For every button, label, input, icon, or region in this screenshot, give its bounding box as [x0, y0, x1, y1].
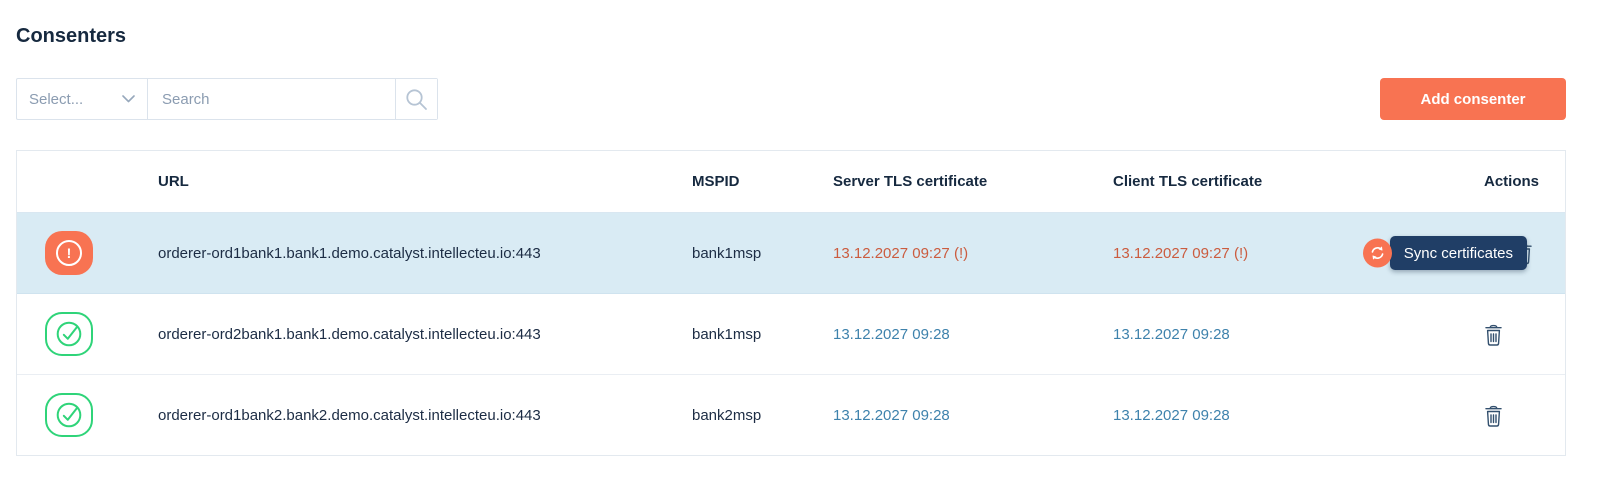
filter-select[interactable]: Select... [17, 79, 148, 119]
server-tls-cert-link[interactable]: 13.12.2027 09:28 [833, 326, 1113, 343]
search-icon [404, 87, 429, 112]
actions-cell [1393, 404, 1565, 427]
toolbar: Select... Add consenter [16, 78, 1566, 120]
search-input[interactable] [148, 79, 395, 119]
trash-icon [1484, 404, 1503, 427]
status-cell [17, 393, 158, 437]
server-tls-cert-link[interactable]: 13.12.2027 09:28 [833, 407, 1113, 424]
column-header-server-tls: Server TLS certificate [833, 173, 988, 190]
sync-icon [1368, 244, 1387, 263]
column-header-actions: Actions [1483, 173, 1539, 190]
column-header-url: URL [158, 173, 189, 190]
url-cell: orderer-ord1bank2.bank2.demo.catalyst.in… [158, 406, 541, 424]
check-circle-icon [45, 393, 93, 437]
chevron-down-icon [122, 95, 135, 103]
status-cell [17, 312, 158, 356]
trash-icon [1484, 323, 1503, 346]
url-cell: orderer-ord2bank1.bank1.demo.catalyst.in… [158, 325, 541, 343]
client-tls-cert-link[interactable]: 13.12.2027 09:28 [1113, 326, 1393, 343]
filter-group: Select... [16, 78, 438, 120]
url-cell: orderer-ord1bank1.bank1.demo.catalyst.in… [158, 244, 541, 262]
client-tls-cert-link[interactable]: 13.12.2027 09:27 (!) [1113, 245, 1393, 262]
status-cell: ! [17, 231, 158, 275]
server-tls-cert-link[interactable]: 13.12.2027 09:27 (!) [833, 245, 1113, 262]
search-button[interactable] [395, 79, 437, 119]
consenters-table: URL MSPID Server TLS certificate Client … [16, 150, 1566, 456]
table-row[interactable]: ! orderer-ord1bank1.bank1.demo.catalyst.… [17, 213, 1565, 294]
column-header-mspid: MSPID [692, 173, 740, 190]
client-tls-cert-link[interactable]: 13.12.2027 09:28 [1113, 407, 1393, 424]
mspid-cell: bank1msp [692, 325, 762, 343]
delete-consenter-button[interactable] [1484, 404, 1503, 427]
page-title: Consenters [16, 25, 127, 47]
mspid-cell: bank1msp [692, 244, 762, 262]
filter-select-placeholder: Select... [29, 90, 84, 108]
alert-circle-icon: ! [45, 231, 93, 275]
check-circle-icon [45, 312, 93, 356]
sync-certificates-button[interactable] [1363, 238, 1392, 268]
actions-cell [1393, 323, 1565, 346]
delete-consenter-button[interactable] [1484, 323, 1503, 346]
sync-certificates-tooltip: Sync certificates [1389, 236, 1527, 270]
table-row[interactable]: orderer-ord2bank1.bank1.demo.catalyst.in… [17, 294, 1565, 375]
column-header-client-tls: Client TLS certificate [1113, 173, 1263, 190]
table-header-row: URL MSPID Server TLS certificate Client … [17, 151, 1565, 213]
mspid-cell: bank2msp [692, 406, 762, 424]
table-row[interactable]: orderer-ord1bank2.bank2.demo.catalyst.in… [17, 375, 1565, 455]
add-consenter-button[interactable]: Add consenter [1380, 78, 1566, 120]
